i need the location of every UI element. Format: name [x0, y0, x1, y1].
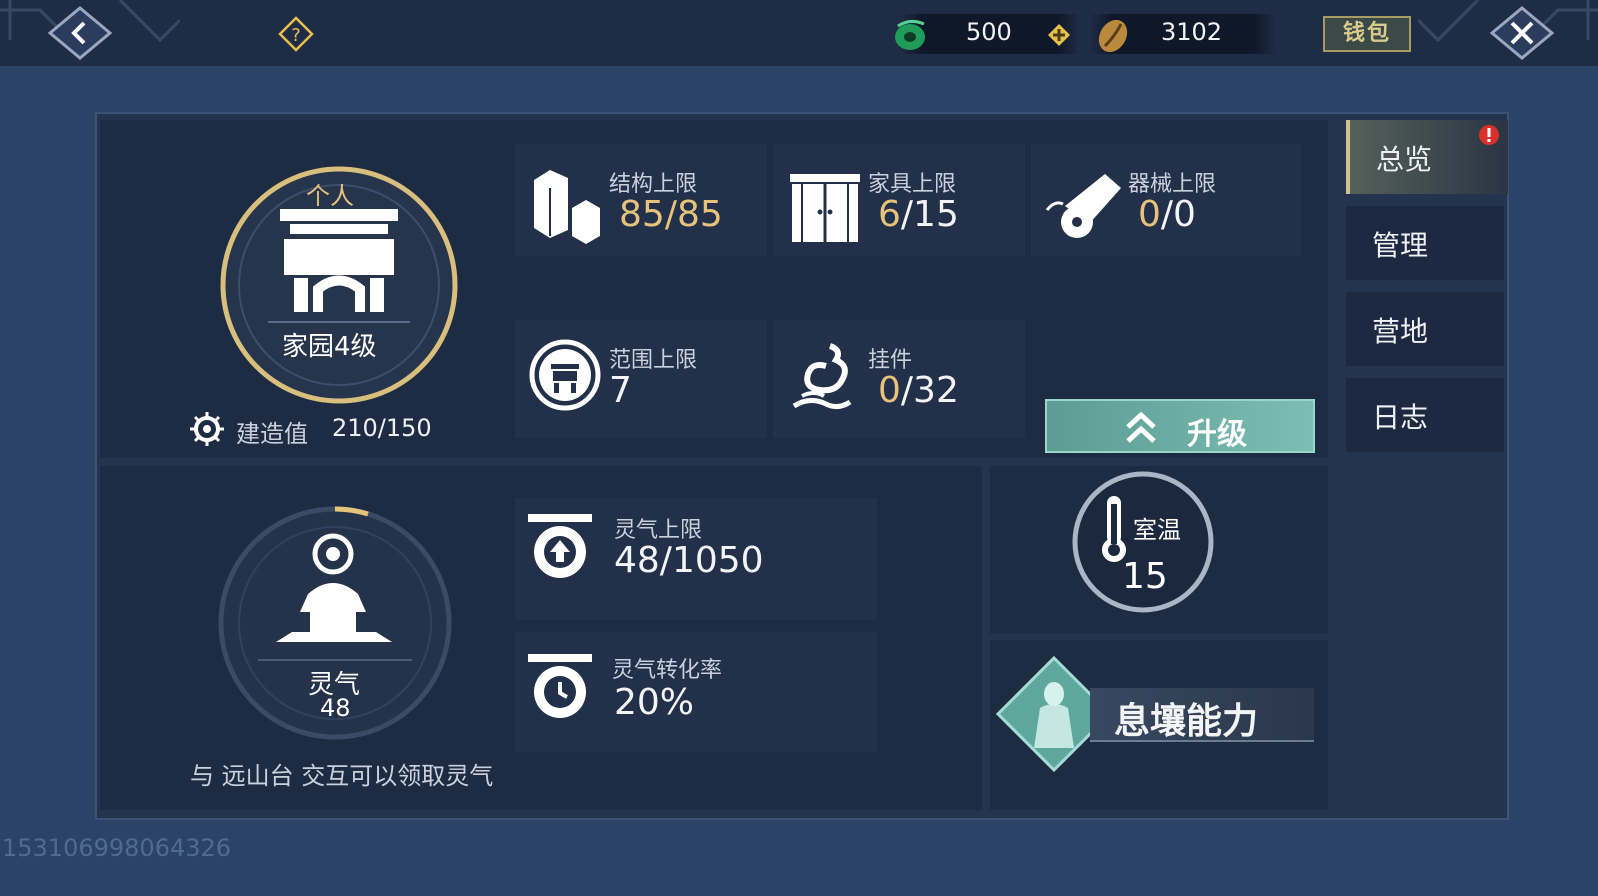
structure-current: 85 — [619, 194, 665, 235]
jade-amount: 500 — [966, 18, 1012, 46]
spirit-value: 48 — [320, 694, 351, 722]
back-button[interactable] — [48, 6, 112, 60]
tab-log[interactable]: 日志 — [1346, 378, 1504, 452]
home-level-label: 家园4级 — [282, 332, 377, 362]
ability-label: 息壤能力 — [1114, 701, 1259, 742]
range-limit-value: 7 — [609, 370, 632, 411]
spirit-rate-label: 灵气转化率 — [612, 658, 723, 683]
pendant-cloud-icon — [792, 343, 852, 410]
tab-manage-label: 管理 — [1372, 229, 1429, 262]
add-currency-icon[interactable] — [1047, 23, 1071, 47]
spirit-clock-icon — [528, 654, 592, 718]
alert-icon — [1479, 125, 1499, 145]
tab-overview-label: 总览 — [1376, 143, 1433, 176]
machine-current: 0 — [1138, 194, 1161, 235]
close-button[interactable] — [1490, 6, 1554, 60]
spirit-limit-value: 48/1050 — [614, 540, 764, 581]
build-value: 210/150 — [332, 414, 432, 442]
furniture-current: 6 — [878, 194, 901, 235]
build-value-label: 建造值 — [236, 420, 308, 448]
user-id-watermark: 153106998064326 — [2, 834, 232, 862]
spirit-hint: 与 远山台 交互可以领取灵气 — [190, 762, 494, 790]
home-type-label: 个人 — [306, 182, 354, 210]
pendant-max: /32 — [900, 370, 959, 411]
coin-amount: 3102 — [1161, 18, 1223, 46]
furniture-limit-value: 6/15 — [878, 194, 959, 235]
build-gear-icon — [190, 412, 224, 446]
shell-coin-icon — [1098, 19, 1128, 53]
svg-text:?: ? — [291, 25, 301, 46]
tab-log-label: 日志 — [1372, 401, 1429, 434]
spirit-up-icon — [528, 514, 592, 578]
machine-max: /0 — [1160, 194, 1196, 235]
tab-overview[interactable]: 总览 — [1346, 120, 1508, 194]
temperature-value: 15 — [1122, 556, 1168, 597]
tab-manage[interactable]: 管理 — [1346, 206, 1504, 280]
wallet-button[interactable]: 钱包 — [1323, 16, 1411, 52]
range-house-icon — [529, 339, 601, 411]
pendant-value: 0/32 — [878, 370, 959, 411]
tab-camp[interactable]: 营地 — [1346, 292, 1504, 366]
jade-icon — [895, 19, 925, 50]
help-icon[interactable]: ? — [278, 16, 314, 52]
furniture-max: /15 — [900, 194, 959, 235]
structure-limit-value: 85/85 — [619, 194, 723, 235]
machine-limit-value: 0/0 — [1138, 194, 1196, 235]
spirit-rate-value: 20% — [614, 682, 695, 723]
cannon-icon — [1045, 174, 1121, 238]
upgrade-label: 升级 — [1187, 417, 1247, 452]
structure-blocks-icon — [534, 170, 600, 244]
upgrade-button[interactable]: 升级 — [1045, 399, 1315, 453]
wardrobe-icon — [790, 174, 860, 242]
tab-camp-label: 营地 — [1372, 315, 1429, 348]
temperature-label: 室温 — [1133, 516, 1181, 544]
structure-max: /85 — [664, 194, 723, 235]
pendant-current: 0 — [878, 370, 901, 411]
double-chevron-up-icon — [1126, 411, 1156, 443]
